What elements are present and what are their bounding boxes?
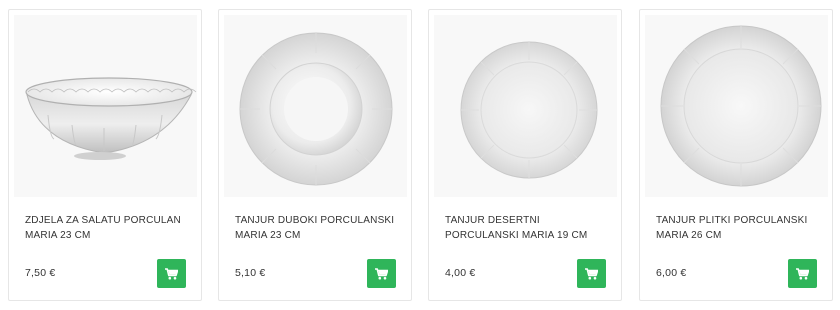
product-title[interactable]: TANJUR DESERTNI PORCULANSKI MARIA 19 CM bbox=[445, 213, 615, 243]
product-title[interactable]: TANJUR DUBOKI PORCULANSKI MARIA 23 CM bbox=[235, 213, 405, 243]
product-title[interactable]: ZDJELA ZA SALATU PORCULAN MARIA 23 CM bbox=[25, 213, 195, 243]
product-price: 5,10 € bbox=[235, 267, 266, 279]
product-card[interactable]: ZDJELA ZA SALATU PORCULAN MARIA 23 CM 7,… bbox=[8, 9, 202, 301]
product-card[interactable]: TANJUR DESERTNI PORCULANSKI MARIA 19 CM … bbox=[428, 9, 622, 301]
add-to-cart-button[interactable] bbox=[577, 259, 606, 288]
cart-icon bbox=[165, 267, 178, 279]
product-image-deep-plate[interactable] bbox=[224, 15, 407, 197]
product-grid: ZDJELA ZA SALATU PORCULAN MARIA 23 CM 7,… bbox=[0, 0, 840, 310]
product-price: 4,00 € bbox=[445, 267, 476, 279]
add-to-cart-button[interactable] bbox=[367, 259, 396, 288]
cart-icon bbox=[796, 267, 809, 279]
product-price: 6,00 € bbox=[656, 267, 687, 279]
product-card[interactable]: TANJUR PLITKI PORCULANSKI MARIA 26 CM 6,… bbox=[639, 9, 833, 301]
add-to-cart-button[interactable] bbox=[157, 259, 186, 288]
product-title[interactable]: TANJUR PLITKI PORCULANSKI MARIA 26 CM bbox=[656, 213, 826, 243]
cart-icon bbox=[585, 267, 598, 279]
product-image-dessert-plate[interactable] bbox=[434, 15, 617, 197]
add-to-cart-button[interactable] bbox=[788, 259, 817, 288]
product-price: 7,50 € bbox=[25, 267, 56, 279]
product-card[interactable]: TANJUR DUBOKI PORCULANSKI MARIA 23 CM 5,… bbox=[218, 9, 412, 301]
product-image-flat-plate[interactable] bbox=[645, 15, 828, 197]
cart-icon bbox=[375, 267, 388, 279]
product-image-bowl[interactable] bbox=[14, 15, 197, 197]
